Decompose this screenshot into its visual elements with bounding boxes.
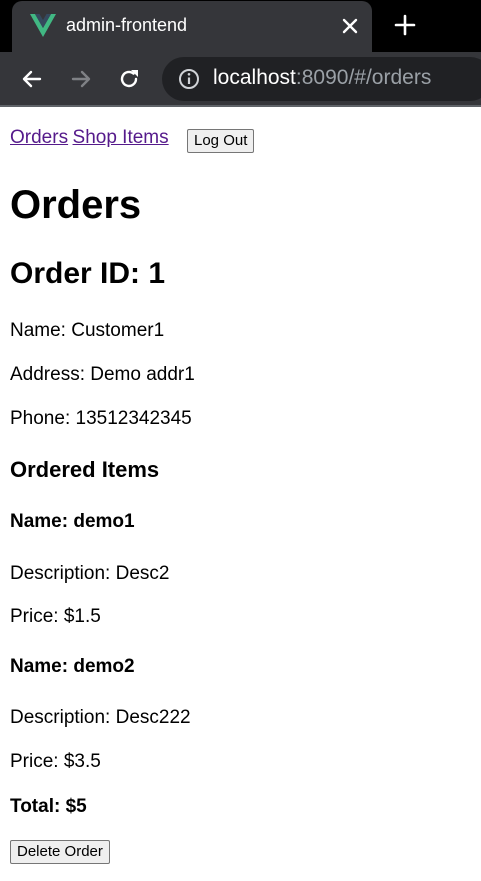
close-icon[interactable] bbox=[338, 14, 362, 38]
item-description: Description: Desc222 bbox=[10, 707, 191, 728]
orders-link[interactable]: Orders bbox=[10, 127, 68, 148]
customer-name: Name: Customer1 bbox=[10, 320, 165, 341]
top-nav: Orders Shop Items bbox=[10, 127, 169, 149]
plus-icon[interactable] bbox=[393, 13, 417, 37]
vue-logo-icon bbox=[30, 14, 56, 37]
tab-strip: admin-frontend bbox=[0, 0, 481, 52]
back-arrow-icon[interactable] bbox=[20, 67, 44, 91]
delete-order-button[interactable]: Delete Order bbox=[10, 840, 110, 864]
customer-phone: Phone: 13512342345 bbox=[10, 408, 192, 429]
browser-tab[interactable]: admin-frontend bbox=[12, 1, 372, 52]
item-name: Name: demo2 bbox=[10, 656, 135, 677]
order-heading: Order ID: 1 bbox=[10, 257, 166, 290]
item-price: Price: $3.5 bbox=[10, 751, 101, 772]
item-description: Description: Desc2 bbox=[10, 563, 170, 584]
item-name: Name: demo1 bbox=[10, 511, 135, 532]
address-bar[interactable]: localhost:8090/#/orders bbox=[162, 57, 481, 101]
item-price: Price: $1.5 bbox=[10, 606, 101, 627]
info-icon[interactable] bbox=[178, 68, 200, 90]
forward-arrow-icon[interactable] bbox=[69, 67, 93, 91]
shop-items-link[interactable]: Shop Items bbox=[73, 127, 169, 148]
customer-address: Address: Demo addr1 bbox=[10, 364, 195, 385]
chrome-divider bbox=[0, 105, 481, 107]
page-title: Orders bbox=[10, 183, 142, 227]
ordered-items-heading: Ordered Items bbox=[10, 457, 160, 482]
url-text[interactable]: localhost:8090/#/orders bbox=[213, 66, 431, 90]
tab-title: admin-frontend bbox=[66, 15, 188, 35]
reload-icon[interactable] bbox=[117, 67, 141, 91]
order-total: Total: $5 bbox=[10, 796, 87, 817]
logout-button[interactable]: Log Out bbox=[187, 129, 255, 153]
browser-toolbar: localhost:8090/#/orders bbox=[0, 52, 481, 105]
